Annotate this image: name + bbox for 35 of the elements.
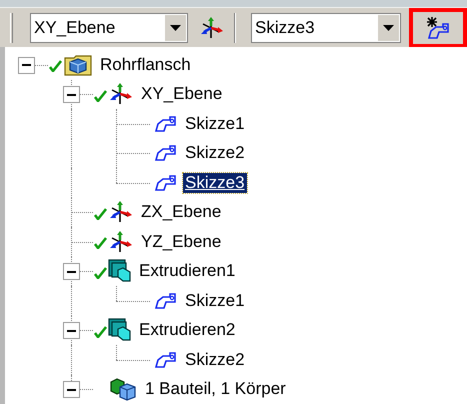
new-sketch-button[interactable] xyxy=(409,8,467,48)
plane-dropdown[interactable]: XY_Ebene xyxy=(30,12,188,42)
sketch-dropdown[interactable]: Skizze3 xyxy=(251,12,401,42)
axes-icon xyxy=(108,82,134,106)
extrude-icon xyxy=(108,318,132,342)
collapse-toggle[interactable] xyxy=(18,56,35,74)
tree-item-label[interactable]: YZ_Ebene xyxy=(139,232,224,252)
sketch-icon xyxy=(154,143,178,164)
extrude-icon xyxy=(108,259,132,284)
collapse-toggle[interactable] xyxy=(63,263,80,280)
axes-icon xyxy=(108,230,134,254)
tree-item-label[interactable]: Skizze1 xyxy=(183,114,247,134)
tree-item-label[interactable]: 1 Bauteil, 1 Körper xyxy=(143,379,288,400)
tree-item-label[interactable]: Extrudieren2 xyxy=(137,320,238,340)
tree-item-label[interactable]: ZX_Ebene xyxy=(139,202,224,222)
folder-cube-icon xyxy=(63,52,93,77)
axes-icon xyxy=(108,200,134,224)
tree-item-label[interactable]: Extrudieren1 xyxy=(137,261,238,282)
sketch-icon xyxy=(154,172,178,193)
sketch-icon xyxy=(154,290,178,311)
collapse-toggle[interactable] xyxy=(63,322,80,340)
tree-item-label[interactable]: Rohrflansch xyxy=(98,54,193,75)
sketch-icon xyxy=(154,350,178,370)
tree-item-label[interactable]: XY_Ebene xyxy=(139,84,224,104)
collapse-toggle[interactable] xyxy=(63,381,80,398)
cubes-icon xyxy=(108,377,138,402)
dropdown-value: Skizze3 xyxy=(254,19,316,36)
tree-item-label[interactable]: Skizze2 xyxy=(183,143,247,164)
tree-item-label[interactable]: Skizze1 xyxy=(183,290,247,311)
dropdown-value: XY_Ebene xyxy=(33,19,116,36)
axes-icon xyxy=(199,16,225,40)
tree-item-label[interactable]: Skizze2 xyxy=(183,350,247,370)
collapse-toggle[interactable] xyxy=(63,86,80,104)
tree-item-label[interactable]: Skizze3 xyxy=(183,172,247,193)
sketch-icon xyxy=(154,114,178,134)
